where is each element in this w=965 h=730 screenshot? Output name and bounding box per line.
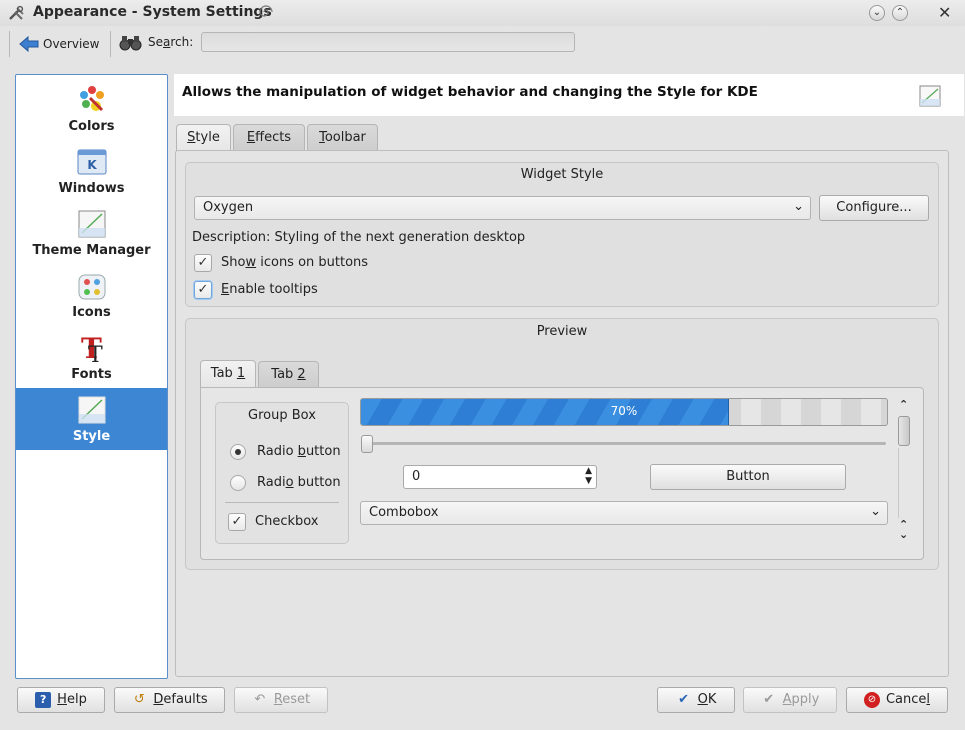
radio-button-2[interactable] [230, 475, 246, 491]
scroll-up-icon[interactable]: ⌃ [899, 398, 908, 411]
widget-style-title: Widget Style [520, 167, 604, 182]
slider-handle[interactable] [361, 435, 373, 453]
defaults-button[interactable]: ↺ Defaults [114, 687, 225, 713]
preview-tab-2[interactable]: Tab 2 [258, 361, 319, 387]
toolbar-grip [9, 31, 10, 57]
windows-icon: K [76, 146, 108, 178]
spin-arrows-icon[interactable]: ▲ ▼ [585, 466, 592, 486]
search-label: Search: [148, 35, 194, 49]
preview-button[interactable]: Button [650, 464, 846, 490]
preview-group-box-title: Group Box [248, 408, 316, 423]
tab-toolbar[interactable]: Toolbar [307, 124, 378, 151]
preview-title: Preview [536, 324, 588, 339]
help-button[interactable]: ? Help [17, 687, 105, 713]
window-title: Appearance - System Settings [33, 4, 272, 20]
chevron-down-icon: ⌄ [870, 504, 881, 519]
ok-button[interactable]: ✔ OK [657, 687, 735, 713]
overview-button[interactable]: Overview [18, 32, 100, 56]
tab-effects[interactable]: Effects [233, 124, 305, 151]
preview-checkbox[interactable]: ✓ [228, 513, 246, 531]
fonts-icon: TT [76, 332, 108, 368]
tools-icon [8, 5, 26, 21]
radio-button-2-label: Radio button [257, 475, 341, 490]
style-icon [76, 394, 108, 426]
sidebar: Colors K Windows Theme Manager Icons TT … [15, 74, 168, 679]
sidebar-item-style[interactable]: Style [16, 388, 167, 450]
enable-tooltips-checkbox[interactable]: ✓ [194, 281, 212, 299]
sidebar-item-label: Theme Manager [32, 243, 151, 258]
help-icon: ? [35, 691, 52, 708]
tab-style[interactable]: Style [176, 124, 231, 151]
spin-box-value: 0 [412, 469, 421, 484]
sidebar-item-fonts[interactable]: TT Fonts [16, 326, 167, 388]
search-input[interactable] [201, 32, 575, 52]
svg-text:K: K [87, 158, 97, 172]
show-icons-checkbox[interactable]: ✓ [194, 254, 212, 272]
back-arrow-icon [18, 35, 40, 53]
check-icon: ✓ [197, 255, 209, 270]
reset-icon: ↶ [254, 692, 266, 707]
preview-combobox[interactable]: Combobox ⌄ [360, 501, 888, 525]
minimize-button[interactable]: ⌄ [869, 5, 885, 21]
radio-button-1[interactable] [230, 444, 246, 460]
radio-dot-icon [235, 449, 241, 455]
progress-label: 70% [610, 404, 638, 418]
theme-manager-icon [76, 208, 108, 240]
scrollbar-track[interactable] [898, 448, 911, 518]
check-icon: ✓ [231, 514, 243, 529]
preview-scrollbar[interactable]: ⌃ ⌃ ⌄ [897, 398, 913, 548]
progress-bar: 70% [360, 398, 888, 426]
sidebar-item-icons[interactable]: Icons [16, 264, 167, 326]
style-description: Description: Styling of the next generat… [192, 230, 526, 245]
overview-label: Overview [43, 37, 100, 51]
sidebar-item-label: Style [72, 429, 111, 444]
colors-icon [76, 84, 108, 116]
sidebar-item-label: Icons [72, 305, 111, 320]
spin-box[interactable]: 0 ▲ ▼ [403, 465, 597, 489]
svg-text:T: T [88, 343, 103, 364]
apply-button[interactable]: ✔ Apply [743, 687, 837, 713]
chevron-down-icon: ⌄ [793, 199, 804, 214]
widget-style-combobox[interactable]: Oxygen ⌄ [194, 196, 811, 220]
module-header: Allows the manipulation of widget behavi… [174, 74, 964, 116]
sidebar-item-label: Windows [58, 181, 125, 196]
scrollbar-handle[interactable] [898, 416, 910, 446]
binoculars-icon [119, 32, 143, 54]
group-divider [225, 502, 339, 503]
cancel-icon: ⊘ [863, 691, 880, 708]
defaults-icon: ↺ [133, 692, 145, 707]
toolbar-separator [110, 31, 111, 57]
sidebar-item-theme-manager[interactable]: Theme Manager [16, 202, 167, 264]
preview-tab-1[interactable]: Tab 1 [200, 360, 256, 387]
maximize-button[interactable]: ⌃ [892, 5, 908, 21]
module-description: Allows the manipulation of widget behavi… [182, 84, 758, 100]
scroll-down-icon[interactable]: ⌃ ⌄ [899, 519, 908, 540]
spiral-icon [257, 4, 275, 20]
reset-button[interactable]: ↶ Reset [234, 687, 328, 713]
show-icons-label: Show icons on buttons [221, 255, 369, 270]
checkmark-icon: ✔ [678, 692, 690, 707]
radio-button-1-label: Radio button [257, 444, 341, 459]
title-bar: Appearance - System Settings ⌄ ⌃ ✕ [0, 0, 965, 26]
checkmark-icon: ✔ [763, 692, 775, 707]
style-module-icon [919, 85, 941, 107]
enable-tooltips-label: Enable tooltips [221, 282, 318, 297]
sidebar-item-label: Colors [68, 119, 115, 134]
configure-button[interactable]: Configure... [819, 195, 929, 221]
sidebar-item-colors[interactable]: Colors [16, 78, 167, 140]
slider-groove [364, 442, 886, 445]
preview-combobox-value: Combobox [369, 505, 439, 520]
sidebar-item-windows[interactable]: K Windows [16, 140, 167, 202]
icons-icon [76, 270, 108, 302]
check-icon: ✓ [197, 282, 209, 297]
preview-checkbox-label: Checkbox [255, 514, 319, 529]
sidebar-item-label: Fonts [71, 367, 112, 382]
widget-style-value: Oxygen [203, 200, 254, 215]
cancel-button[interactable]: ⊘ Cancel [846, 687, 948, 713]
close-button[interactable]: ✕ [938, 3, 951, 22]
